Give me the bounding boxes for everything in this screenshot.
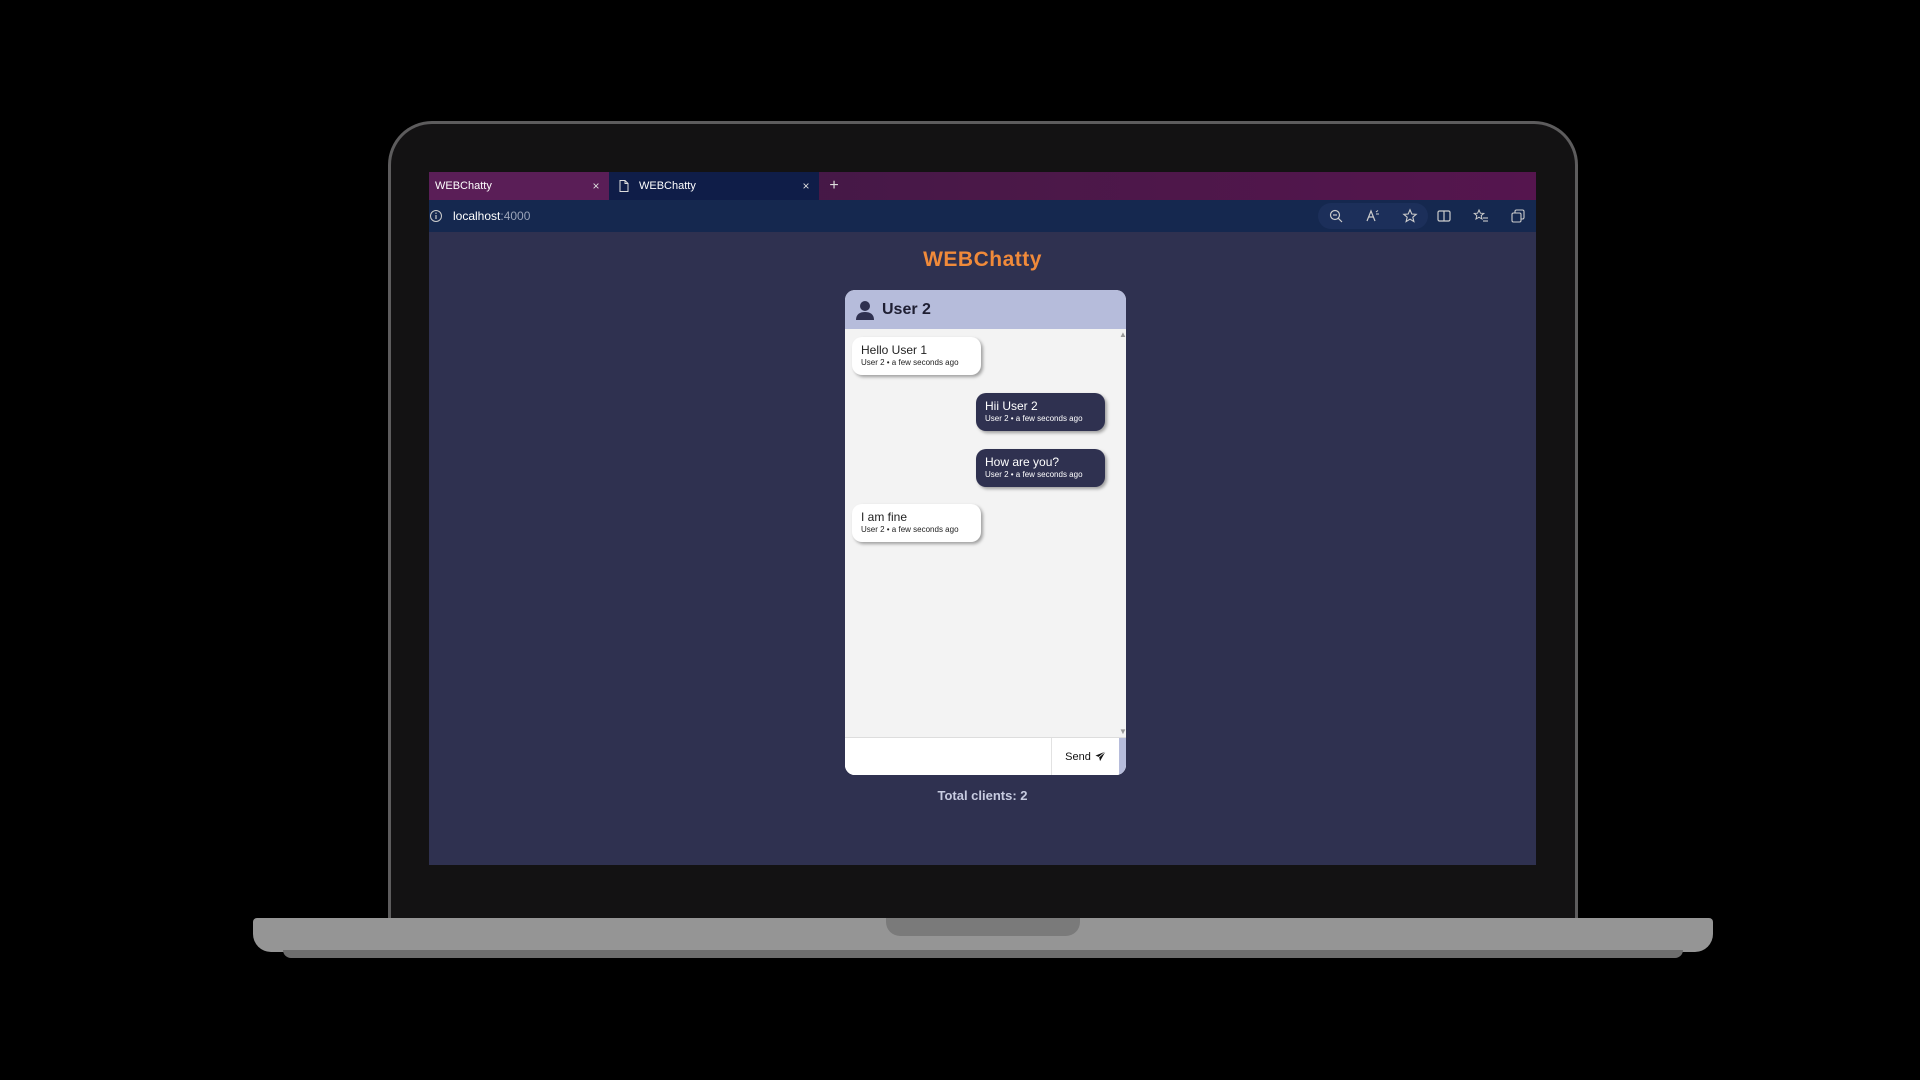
message-text: I am fine: [861, 510, 908, 524]
scroll-up-icon[interactable]: ▲: [1119, 331, 1126, 339]
user-icon: [856, 300, 874, 320]
document-icon: [619, 180, 629, 192]
zoom-out-icon[interactable]: [1328, 208, 1344, 224]
message-scrollbar[interactable]: ▲ ▼: [1119, 329, 1126, 738]
tab-bar: WEBChatty × WEBChatty × +: [429, 172, 1536, 200]
message-text: Hello User 1: [861, 343, 928, 357]
message-text: Hii User 2: [985, 399, 1038, 413]
url-text[interactable]: localhost:4000: [453, 209, 530, 223]
message-meta: User 2 • a few seconds ago: [861, 525, 959, 534]
app-brand: WEBChatty: [923, 248, 1042, 271]
url-port: :4000: [500, 209, 531, 223]
info-icon[interactable]: [429, 209, 443, 223]
message-input[interactable]: [845, 738, 1050, 775]
message-text: How are you?: [985, 455, 1060, 469]
scroll-down-icon[interactable]: ▼: [1119, 728, 1126, 736]
laptop-base-shadow: [283, 950, 1683, 958]
message-composer: Send: [845, 737, 1126, 775]
message-list[interactable]: Hello User 1 User 2 • a few seconds ago …: [845, 329, 1119, 738]
close-tab-icon[interactable]: ×: [583, 179, 609, 193]
tab-label: WEBChatty: [435, 180, 492, 192]
laptop-notch: [886, 918, 1080, 936]
tab-webchatty-1[interactable]: WEBChatty ×: [429, 172, 609, 200]
chat-title: User 2: [882, 300, 931, 318]
send-button[interactable]: Send: [1051, 738, 1119, 775]
composer-edge: [1119, 738, 1126, 775]
toolbar-icons: [1426, 200, 1536, 232]
favorites-icon[interactable]: [1472, 208, 1489, 224]
read-aloud-icon[interactable]: [1365, 208, 1381, 224]
address-bar[interactable]: localhost:4000: [429, 200, 1536, 232]
browser-window: WEBChatty × WEBChatty × + localhost:4000…: [429, 172, 1536, 865]
message-meta: User 2 • a few seconds ago: [985, 470, 1083, 479]
message-outgoing: How are you? User 2 • a few seconds ago: [976, 449, 1105, 487]
message-outgoing: Hii User 2 User 2 • a few seconds ago: [976, 393, 1105, 431]
new-tab-button[interactable]: +: [819, 172, 849, 200]
star-icon[interactable]: [1402, 208, 1418, 224]
message-incoming: I am fine User 2 • a few seconds ago: [852, 504, 981, 542]
message-meta: User 2 • a few seconds ago: [861, 358, 959, 367]
total-clients-count: Total clients: 2: [937, 788, 1028, 803]
chat-panel: User 2 Hello User 1 User 2 • a few secon…: [845, 290, 1126, 775]
send-label: Send: [1065, 750, 1091, 763]
message-meta: User 2 • a few seconds ago: [985, 414, 1083, 423]
url-host: localhost: [453, 209, 501, 223]
tab-webchatty-2[interactable]: WEBChatty ×: [609, 172, 819, 200]
message-incoming: Hello User 1 User 2 • a few seconds ago: [852, 337, 981, 375]
send-icon: [1095, 751, 1106, 762]
split-screen-icon[interactable]: [1436, 208, 1452, 224]
collections-icon[interactable]: [1510, 208, 1526, 224]
close-tab-icon[interactable]: ×: [793, 179, 819, 193]
address-actions: [1318, 203, 1428, 229]
tab-label: WEBChatty: [639, 180, 696, 192]
chat-header: User 2: [845, 290, 1126, 329]
